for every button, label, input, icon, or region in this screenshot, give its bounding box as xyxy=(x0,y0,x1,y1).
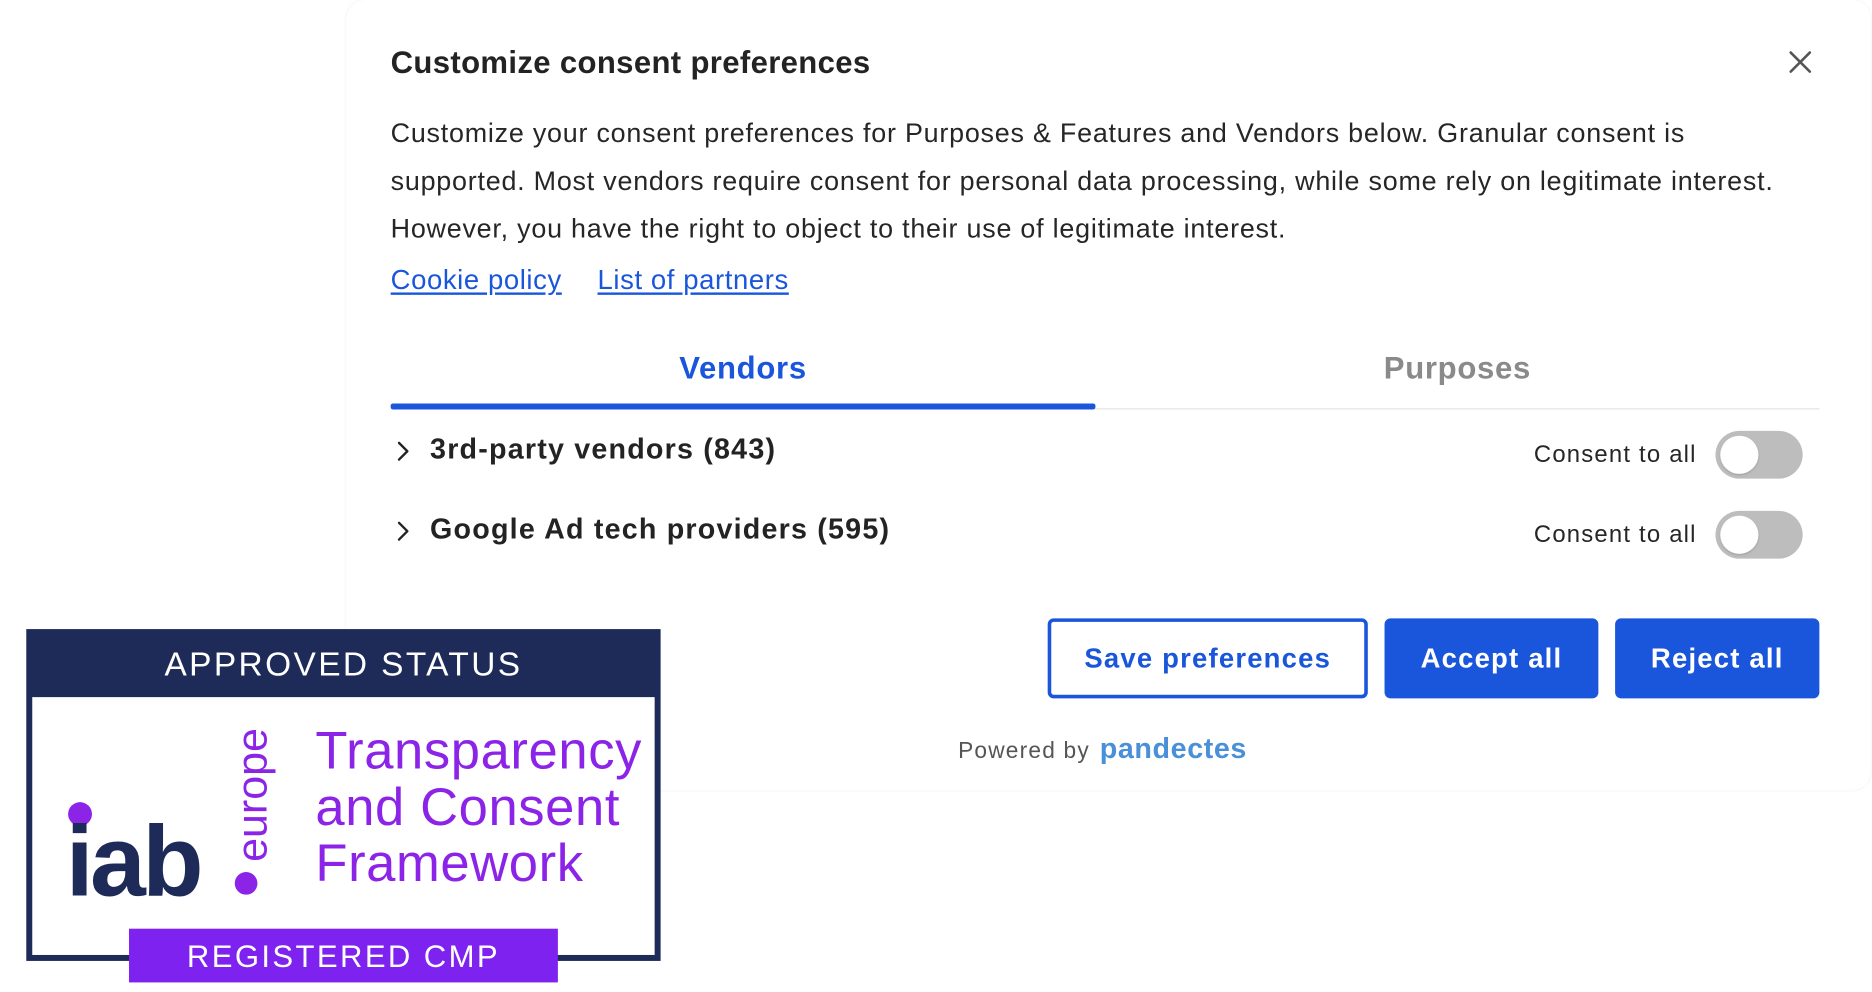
cookie-policy-link[interactable]: Cookie policy xyxy=(391,264,562,295)
vendor-group-row: 3rd-party vendors (843) Consent to all xyxy=(391,427,1820,482)
consent-toggle[interactable] xyxy=(1715,430,1803,479)
svg-text:europe: europe xyxy=(228,728,276,862)
vendor-group-row: Google Ad tech providers (595) Consent t… xyxy=(391,507,1820,562)
close-icon xyxy=(1789,51,1812,73)
pandectes-logo[interactable]: pandectes xyxy=(1100,733,1247,765)
badge-title: Transparency and Consent Framework xyxy=(315,723,642,891)
tab-bar: Vendors Purposes xyxy=(390,341,1820,410)
vendor-group-label[interactable]: Google Ad tech providers (595) xyxy=(430,513,890,546)
chevron-right-icon[interactable] xyxy=(391,519,415,543)
toggle-knob xyxy=(1720,435,1759,474)
tab-vendors-label: Vendors xyxy=(679,349,807,386)
dialog-description: Customize your consent preferences for P… xyxy=(390,118,1774,244)
svg-text:iab: iab xyxy=(66,805,201,917)
policy-links: Cookie policy List of partners xyxy=(391,264,817,296)
badge-title-line: Framework xyxy=(315,834,584,893)
powered-by-label: Powered by xyxy=(958,738,1090,764)
consent-to-all-label: Consent to all xyxy=(1533,441,1697,468)
tab-purposes-label: Purposes xyxy=(1383,349,1532,386)
tab-vendors[interactable]: Vendors xyxy=(390,341,1096,410)
accept-all-button[interactable]: Accept all xyxy=(1384,618,1599,699)
list-of-partners-link[interactable]: List of partners xyxy=(598,264,789,295)
reject-all-button[interactable]: Reject all xyxy=(1615,618,1820,699)
active-tab-indicator xyxy=(390,403,1096,410)
tab-purposes[interactable]: Purposes xyxy=(1095,341,1819,408)
save-preferences-button[interactable]: Save preferences xyxy=(1047,618,1368,699)
badge-body: iab europe Transparency and Consent Fram… xyxy=(32,697,655,955)
powered-by: Powered by pandectes xyxy=(958,733,1247,766)
vendor-group-label[interactable]: 3rd-party vendors (843) xyxy=(430,433,776,466)
iab-approved-badge: APPROVED STATUS iab europe Transparency … xyxy=(26,629,661,961)
close-button[interactable] xyxy=(1784,45,1817,78)
stage: Customize consent preferences Customize … xyxy=(0,0,1872,992)
badge-title-line: Transparency xyxy=(315,722,642,781)
badge-title-line: and Consent xyxy=(315,778,621,837)
toggle-knob xyxy=(1720,515,1759,554)
dialog-title: Customize consent preferences xyxy=(390,44,871,80)
badge-footer: REGISTERED CMP xyxy=(129,928,558,983)
badge-header: APPROVED STATUS xyxy=(164,645,523,683)
chevron-right-icon[interactable] xyxy=(391,439,415,463)
iab-europe-logo: iab europe xyxy=(66,728,277,917)
consent-to-all-label: Consent to all xyxy=(1533,521,1697,548)
consent-toggle[interactable] xyxy=(1715,510,1803,559)
